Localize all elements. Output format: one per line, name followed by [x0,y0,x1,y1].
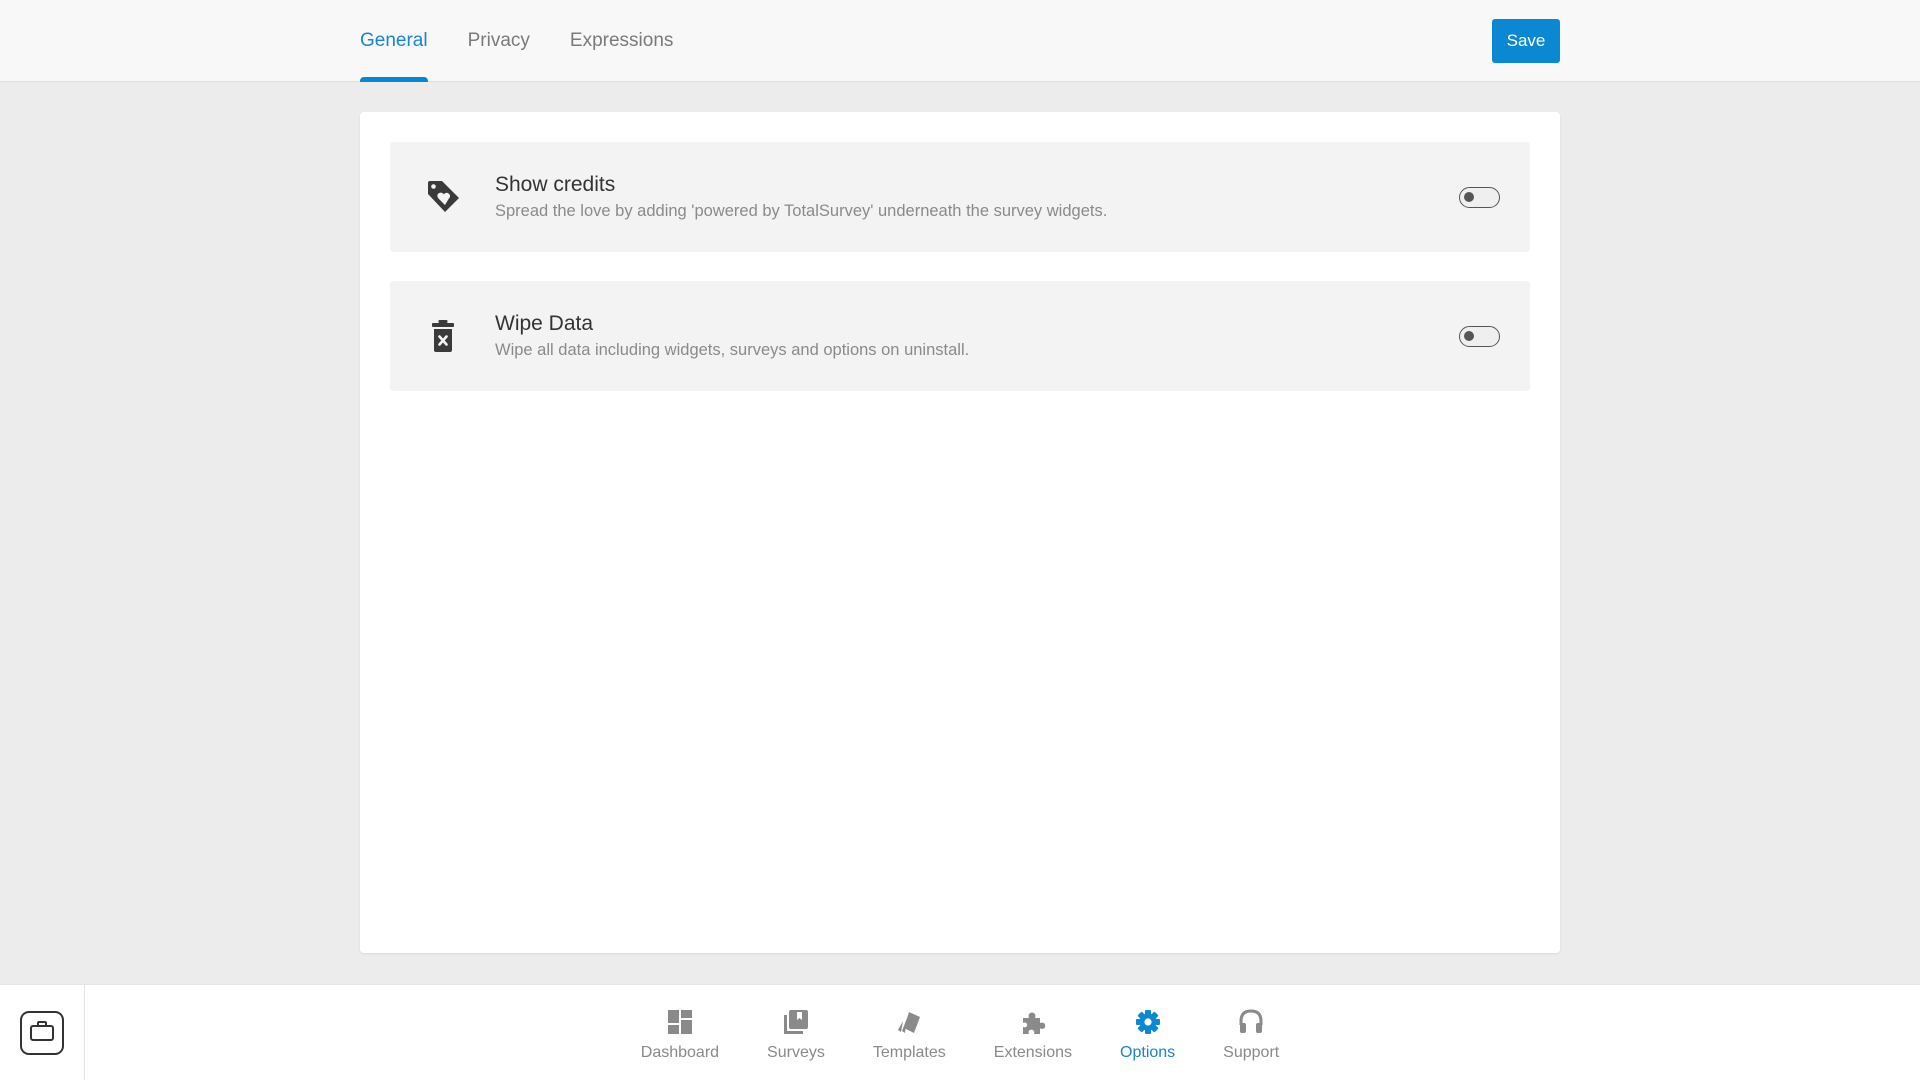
wipe-data-toggle[interactable] [1459,325,1500,347]
option-title: Show credits [495,173,616,196]
option-description: Spread the love by adding 'powered by To… [495,202,1108,220]
toggle-knob [1464,330,1474,341]
nav-surveys[interactable]: Surveys [767,985,825,1080]
nav-label: Surveys [767,1044,825,1061]
nav-support[interactable]: Support [1223,985,1279,1080]
nav-options[interactable]: Options [1120,985,1175,1080]
nav-label: Support [1223,1044,1280,1061]
puzzle-icon [1019,1008,1047,1036]
surveys-icon [782,1008,810,1036]
show-credits-toggle[interactable] [1459,186,1500,208]
gear-icon [1134,1008,1162,1036]
nav-label: Dashboard [640,1044,720,1061]
bottom-navigation: Dashboard Surveys Templates Extensions O… [0,984,1920,1080]
tag-heart-icon [421,175,465,219]
briefcase-button[interactable] [20,1011,64,1055]
corner-panel [0,985,85,1080]
templates-icon [895,1008,923,1036]
option-wipe-data: Wipe Data Wipe all data including widget… [390,281,1530,391]
dashboard-icon [666,1008,694,1036]
toggle-knob [1464,191,1474,202]
nav-dashboard[interactable]: Dashboard [641,985,719,1080]
tab-general[interactable]: General [360,0,428,82]
nav-label: Templates [872,1044,946,1061]
trash-x-icon [421,314,465,358]
save-button[interactable]: Save [1492,19,1560,63]
nav-label: Extensions [993,1044,1073,1061]
tab-privacy[interactable]: Privacy [468,0,530,82]
nav-extensions[interactable]: Extensions [994,985,1072,1080]
nav-items: Dashboard Surveys Templates Extensions O… [0,985,1920,1080]
headphones-icon [1237,1008,1265,1036]
nav-label: Options [1120,1044,1176,1061]
nav-templates[interactable]: Templates [873,985,946,1080]
top-header: General Privacy Expressions Save [0,0,1920,82]
tab-bar: General Privacy Expressions [360,0,713,82]
option-title: Wipe Data [495,312,594,335]
options-card: Show credits Spread the love by adding '… [360,112,1560,953]
option-show-credits: Show credits Spread the love by adding '… [390,142,1530,252]
tab-expressions[interactable]: Expressions [570,0,674,82]
option-description: Wipe all data including widgets, surveys… [495,341,970,359]
briefcase-icon [29,1020,55,1047]
